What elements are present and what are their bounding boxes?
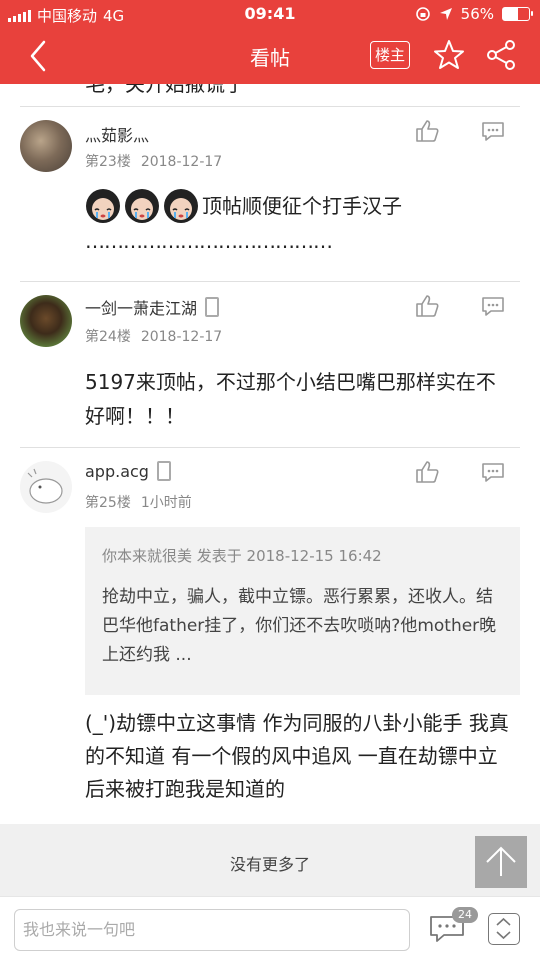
post-floor-24: 一剑一萧走江湖 第24楼 2018-12-17 5197来顶帖，不过那个小结巴嘴巴…: [0, 281, 540, 447]
username-text: app.acg: [85, 461, 149, 481]
no-more-footer: 没有更多了: [0, 824, 540, 896]
share-icon[interactable]: [484, 38, 518, 72]
chevron-up-down-icon: [496, 917, 511, 940]
star-icon[interactable]: [432, 38, 466, 72]
post-floor-25: app.acg 第25楼 1小时前 你本来就很美 发表于 2018-12-15 1…: [0, 447, 540, 824]
crying-emoji-icon: [86, 189, 120, 223]
comment-icon[interactable]: [480, 118, 506, 144]
username[interactable]: 一剑一萧走江湖: [85, 295, 220, 319]
username[interactable]: 灬茹影灬: [85, 122, 149, 146]
battery-text: 56%: [460, 5, 494, 23]
post-time: 2018-12-17: [140, 154, 223, 170]
location-icon: [439, 8, 452, 20]
mobile-device-icon: [156, 461, 171, 481]
comment-icon[interactable]: [480, 459, 506, 485]
arrow-up-icon: [486, 846, 516, 876]
no-more-text: 没有更多了: [229, 855, 310, 874]
page-up-down-button[interactable]: [488, 913, 520, 945]
battery-icon: [502, 7, 533, 21]
thumbs-up-icon[interactable]: [414, 459, 440, 485]
comment-icon[interactable]: [480, 293, 506, 319]
post-content: 顶帖顺便征个打手汉子 …………………………………: [85, 186, 515, 256]
status-bar: 中国移动 4G 09:41 56%: [0, 0, 540, 28]
comment-input[interactable]: 我也来说一句吧: [14, 909, 410, 951]
content-line: 顶帖顺便征个打手汉子: [85, 186, 515, 226]
avatar[interactable]: [20, 295, 72, 347]
username-text: 一剑一萧走江湖: [85, 299, 198, 318]
username[interactable]: app.acg: [85, 461, 171, 481]
post-time: 2018-12-17: [140, 329, 223, 345]
avatar[interactable]: [20, 120, 72, 172]
scroll-to-top-button[interactable]: [475, 836, 527, 888]
floor-number: 第24楼: [85, 329, 131, 345]
floor-number: 第25楼: [85, 495, 131, 511]
thumbs-up-icon[interactable]: [414, 293, 440, 319]
header: 中国移动 4G 09:41 56% 看帖 楼主: [0, 0, 540, 84]
previous-post-text: 毛，关开始撒谎了: [85, 84, 245, 96]
post-meta: 第24楼 2018-12-17: [85, 326, 232, 346]
only-op-button[interactable]: 楼主: [370, 41, 410, 69]
quote-text: 抢劫中立，骗人，截中立镖。恶行累累，还收人。结巴华他father挂了，你们还不去…: [102, 587, 497, 665]
bird-avatar-icon: [27, 468, 63, 504]
lock-rotation-icon: [415, 7, 430, 21]
crying-emoji-icon: [125, 189, 159, 223]
content-ellipsis: …………………………………: [85, 229, 333, 253]
mobile-device-icon: [205, 297, 220, 317]
thumbs-up-icon[interactable]: [414, 118, 440, 144]
post-list: 毛，关开始撒谎了 灬茹影灬 第23楼 2018-12-17 顶帖顺便征个打手汉子 …: [0, 84, 540, 824]
comment-count-badge: 24: [452, 907, 478, 923]
post-floor-23: 灬茹影灬 第23楼 2018-12-17 顶帖顺便征个打手汉子 …………………………: [0, 106, 540, 281]
post-time: 1小时前: [140, 495, 192, 511]
nav-bar: 看帖 楼主: [0, 28, 540, 84]
quote-header: 你本来就很美 发表于 2018-12-15 16:42: [102, 547, 382, 565]
post-meta: 第25楼 1小时前: [85, 492, 202, 512]
quoted-post[interactable]: 你本来就很美 发表于 2018-12-15 16:42 抢劫中立，骗人，截中立镖…: [85, 527, 520, 695]
crying-emoji-icon: [164, 189, 198, 223]
post-meta: 第23楼 2018-12-17: [85, 151, 232, 171]
avatar[interactable]: [20, 461, 72, 513]
username-text: 灬茹影灬: [85, 126, 150, 145]
status-right: 56%: [415, 5, 533, 23]
content-text: 顶帖顺便征个打手汉子: [202, 194, 402, 218]
floor-number: 第23楼: [85, 154, 131, 170]
bottom-bar: 我也来说一句吧 24: [0, 896, 540, 961]
post-content: (_')劫镖中立这事情 作为同服的八卦小能手 我真的不知道 有一个假的风中追风 …: [85, 711, 509, 801]
post-content: 5197来顶帖，不过那个小结巴嘴巴那样实在不好啊！！！: [85, 370, 496, 428]
